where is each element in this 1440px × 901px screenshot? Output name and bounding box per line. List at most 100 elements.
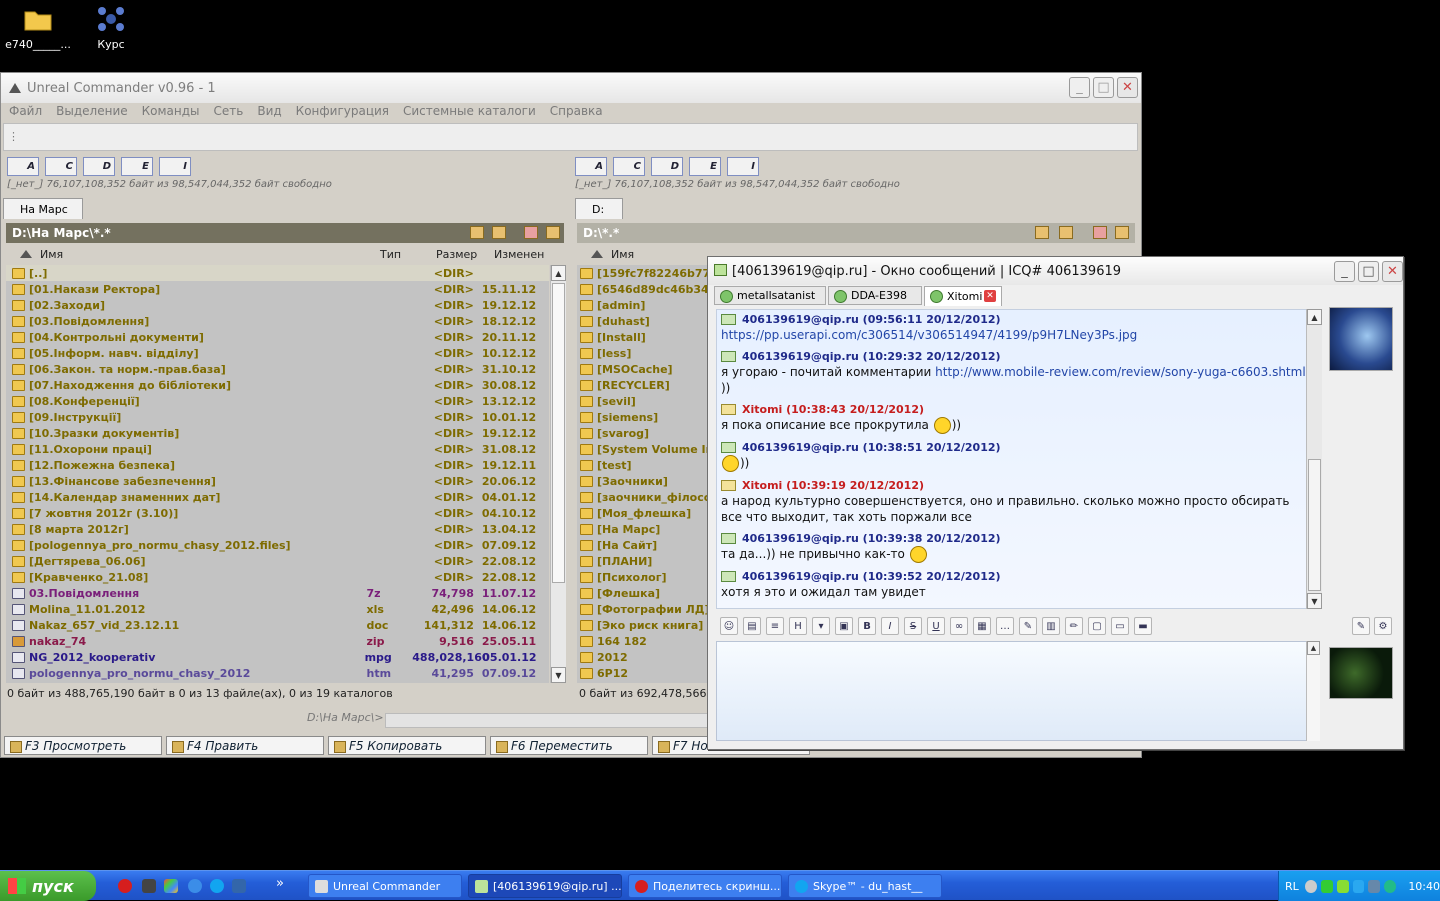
close-button[interactable]: ✕ <box>1117 77 1138 98</box>
favorites-icon[interactable] <box>524 226 538 239</box>
close-button[interactable]: ✕ <box>1382 261 1403 282</box>
up-dir-icon[interactable] <box>1059 226 1073 239</box>
favorites-icon[interactable] <box>1093 226 1107 239</box>
translit-icon[interactable]: ✎ <box>1019 617 1037 635</box>
drive-button[interactable]: I <box>159 157 191 176</box>
maximize-button[interactable]: □ <box>1093 77 1114 98</box>
window-layout-icon[interactable]: ▭ <box>1111 617 1129 635</box>
file-row[interactable]: [Психолог] <box>577 569 709 585</box>
file-row[interactable]: [Фотографии ЛД] <box>577 601 709 617</box>
menu-item[interactable]: Конфигурация <box>296 104 389 118</box>
tab-close-icon[interactable]: ✕ <box>984 290 996 302</box>
fkey-button[interactable]: F6 Переместить <box>490 736 648 755</box>
file-row[interactable]: [02.Заходи] <DIR> 19.12.12 <box>6 297 549 313</box>
taskbar-unreal-commander[interactable]: Unreal Commander <box>308 874 462 898</box>
templates-icon[interactable]: ▣ <box>835 617 853 635</box>
skype-icon[interactable] <box>210 879 224 893</box>
minimize-button[interactable]: _ <box>1069 77 1090 98</box>
root-icon[interactable] <box>470 226 484 239</box>
chevron-icon[interactable]: » <box>276 876 284 891</box>
tab-na-mars[interactable]: На Марс <box>3 198 83 219</box>
left-path-bar[interactable]: D:\На Марс\*.* <box>6 223 564 243</box>
file-row[interactable]: [8 марта 2012г] <DIR> 13.04.12 <box>6 521 549 537</box>
drive-button[interactable]: C <box>613 157 645 176</box>
tray-collapse-icon[interactable] <box>1304 879 1317 893</box>
link-icon[interactable]: ∞ <box>950 617 968 635</box>
scroll-up-icon[interactable]: ▲ <box>551 265 566 281</box>
file-row[interactable]: [Install] <box>577 329 709 345</box>
send-file-icon[interactable]: ▤ <box>743 617 761 635</box>
file-row[interactable]: [11.Охорони праці] <DIR> 31.08.12 <box>6 441 549 457</box>
menu-item[interactable]: Файл <box>9 104 42 118</box>
folder-icon[interactable]: ▬ <box>1134 617 1152 635</box>
menu-item[interactable]: Справка <box>550 104 603 118</box>
windows-media-icon[interactable] <box>164 879 178 893</box>
quote-icon[interactable]: ≡ <box>766 617 784 635</box>
file-row[interactable]: [Флешка] <box>577 585 709 601</box>
scroll-down-icon[interactable]: ▼ <box>551 667 566 683</box>
tab-metallsatanist[interactable]: metallsatanist <box>714 286 826 305</box>
taskbar-opera[interactable]: Поделитесь скринш... <box>628 874 782 898</box>
note-icon[interactable]: ▢ <box>1088 617 1106 635</box>
fkey-button[interactable]: F4 Править <box>166 736 324 755</box>
file-row[interactable]: [test] <box>577 457 709 473</box>
file-row[interactable]: [Кравченко_21.08] <DIR> 22.08.12 <box>6 569 549 585</box>
col-size[interactable]: Размер <box>426 248 486 261</box>
drive-button[interactable]: E <box>689 157 721 176</box>
tab-drive-d[interactable]: D: <box>575 198 623 219</box>
paste-icon[interactable]: ▥ <box>1042 617 1060 635</box>
image-icon[interactable]: ▦ <box>973 617 991 635</box>
file-row[interactable]: [06.Закон. та норм.-прав.база] <DIR> 31.10… <box>6 361 549 377</box>
col-type[interactable]: Тип <box>370 248 426 261</box>
message-link[interactable]: http://www.mobile-review.com/review/sony… <box>935 365 1306 379</box>
file-row[interactable]: [Эко риск книга] <box>577 617 709 633</box>
file-row[interactable]: 2012 <box>577 649 709 665</box>
internet-explorer-icon[interactable] <box>188 879 202 893</box>
file-row[interactable]: Nakaz_657_vid_23.12.11 doc 141,312 14.06.12 <box>6 617 549 633</box>
tab-xitomi[interactable]: Xitomi ✕ <box>924 286 1002 306</box>
fkey-button[interactable]: F5 Копировать <box>328 736 486 755</box>
file-row[interactable]: [На Сайт] <box>577 537 709 553</box>
history-icon[interactable] <box>1115 226 1129 239</box>
underline-icon[interactable]: U <box>927 617 945 635</box>
message-link[interactable]: https://pp.userapi.com/c306514/v30651494… <box>721 328 1137 342</box>
file-row[interactable]: [siemens] <box>577 409 709 425</box>
tray-skype-icon[interactable] <box>1352 879 1365 893</box>
col-name[interactable]: Имя <box>40 248 370 261</box>
file-row[interactable]: [RECYCLER] <box>577 377 709 393</box>
maximize-button[interactable]: □ <box>1358 261 1379 282</box>
scroll-down-icon[interactable]: ▼ <box>1307 593 1322 609</box>
tab-dda-e398[interactable]: DDA-E398 <box>828 286 922 305</box>
file-row[interactable]: pologennya_pro_normu_chasy_2012 htm 41,295… <box>6 665 549 681</box>
file-row[interactable]: [159fc7f82246b77cl <box>577 265 709 281</box>
file-row[interactable]: [05.Інформ. навч. відділу] <DIR> 10.12.12 <box>6 345 549 361</box>
file-row[interactable]: nakaz_74 zip 9,516 25.05.11 <box>6 633 549 649</box>
drive-button[interactable]: D <box>83 157 115 176</box>
file-row[interactable]: [09.Інструкції] <DIR> 10.01.12 <box>6 409 549 425</box>
chevron-down-icon[interactable]: ▾ <box>812 617 830 635</box>
file-row[interactable]: [sevil] <box>577 393 709 409</box>
opera-icon[interactable] <box>118 879 132 893</box>
scroll-up-icon[interactable]: ▲ <box>1307 641 1320 655</box>
file-row[interactable]: [ПЛАНИ] <box>577 553 709 569</box>
file-row[interactable]: [admin] <box>577 297 709 313</box>
menu-item[interactable]: Сеть <box>214 104 244 118</box>
menu-item[interactable]: Системные каталоги <box>403 104 536 118</box>
language-indicator[interactable]: RL <box>1285 880 1299 893</box>
file-row[interactable]: [Заочники] <box>577 473 709 489</box>
pencil-icon[interactable]: ✏ <box>1065 617 1083 635</box>
minimize-button[interactable]: _ <box>1334 261 1355 282</box>
file-row[interactable]: Molina_11.01.2012 xls 42,496 14.06.12 <box>6 601 549 617</box>
history-icon[interactable] <box>546 226 560 239</box>
file-row[interactable]: [заочники_філосов <box>577 489 709 505</box>
file-row[interactable]: 03.Повідомлення 7z 74,798 11.07.12 <box>6 585 549 601</box>
file-row[interactable]: [01.Накази Ректора] <DIR> 15.11.12 <box>6 281 549 297</box>
file-row[interactable]: [08.Конференції] <DIR> 13.12.12 <box>6 393 549 409</box>
file-row[interactable]: [10.Зразки документів] <DIR> 19.12.12 <box>6 425 549 441</box>
taskbar-skype[interactable]: Skype™ - du_hast__ <box>788 874 942 898</box>
file-row[interactable]: [less] <box>577 345 709 361</box>
desktop-icon-folder[interactable]: e740_____... <box>0 4 76 51</box>
file-row[interactable]: [pologennya_pro_normu_chasy_2012.files] <… <box>6 537 549 553</box>
tray-app-icon[interactable] <box>1368 879 1381 893</box>
file-row[interactable]: NG_2012_kooperativ mpg 488,028,160 05.01.12 <box>6 649 549 665</box>
